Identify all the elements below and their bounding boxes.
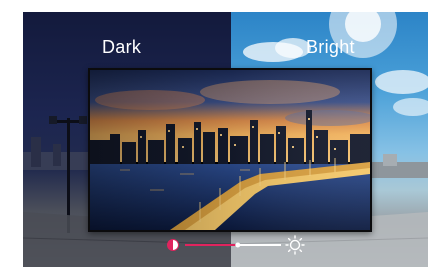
tv-screen [88, 68, 372, 232]
brightness-slider[interactable] [163, 234, 323, 256]
slider-thumb[interactable] [235, 242, 241, 248]
comparison-image: Dark Bright [23, 12, 428, 267]
bright-label: Bright [306, 37, 355, 57]
half-circle-icon [167, 239, 179, 251]
dark-label: Dark [102, 37, 142, 57]
sun-icon [285, 235, 305, 255]
city-bridge-image [90, 70, 370, 230]
